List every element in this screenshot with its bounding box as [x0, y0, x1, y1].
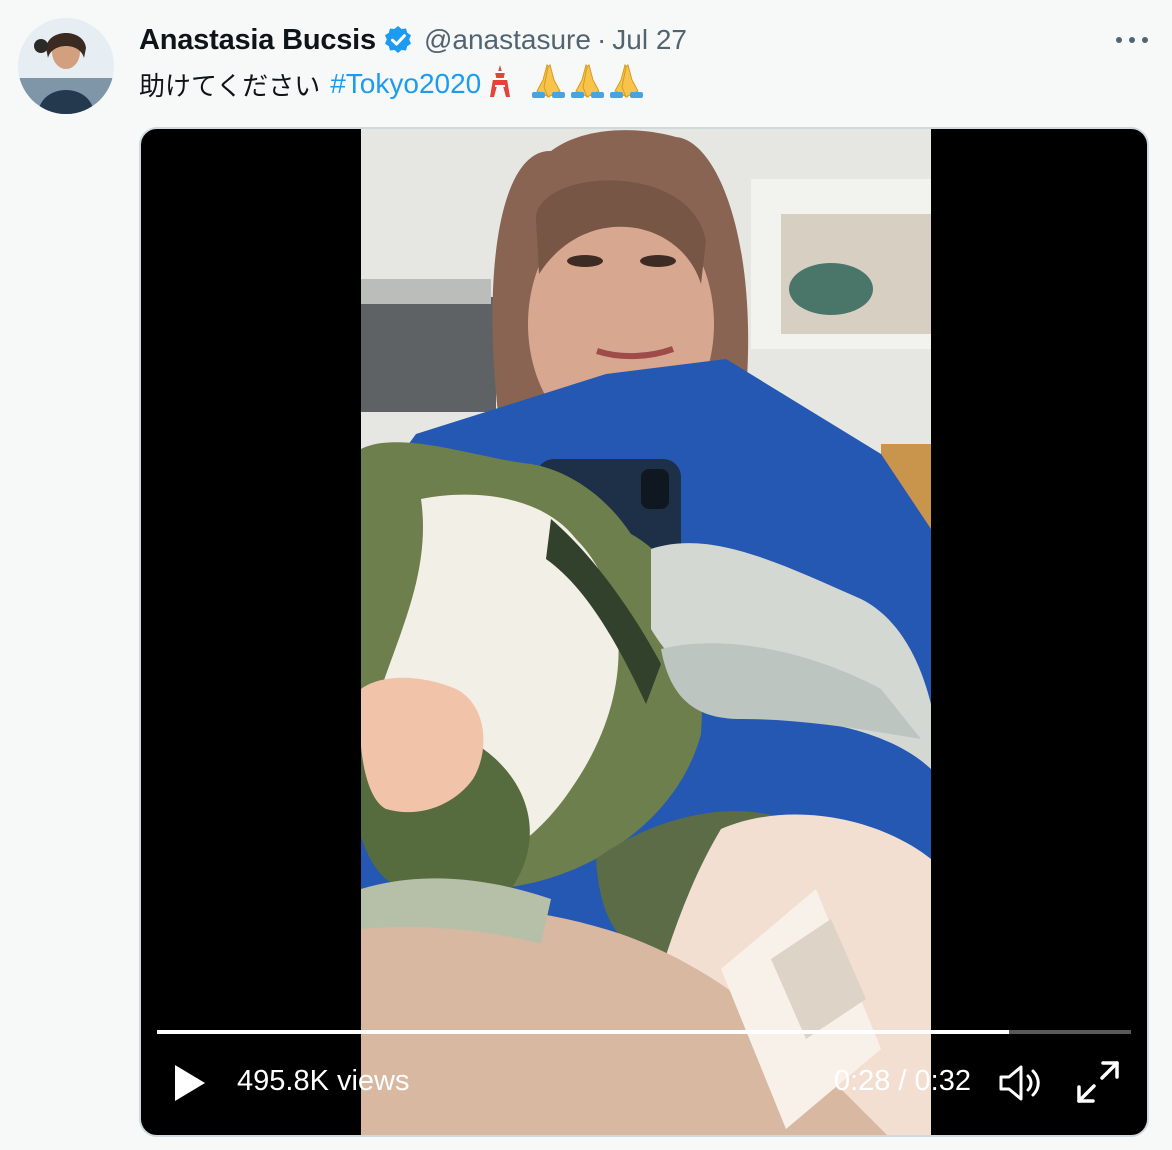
video-progress-bar[interactable]	[157, 1030, 1131, 1034]
folded-hands-emoji	[529, 63, 647, 106]
video-frame	[361, 129, 931, 1135]
avatar-image	[18, 18, 114, 114]
separator-dot: ·	[596, 24, 607, 55]
video-time: 0:28 / 0:32	[833, 1065, 971, 1097]
tokyo-tower-emoji	[489, 64, 511, 105]
author-handle[interactable]: @anastasure	[424, 24, 591, 56]
volume-icon[interactable]	[997, 1061, 1043, 1105]
hashtag-link[interactable]: #Tokyo2020	[330, 68, 481, 100]
verified-badge-icon	[382, 24, 414, 56]
tweet-header: Anastasia Bucsis @anastasure · Jul 27	[139, 22, 687, 58]
view-count: 495.8K views	[237, 1065, 410, 1097]
video-progress-fill	[157, 1030, 1010, 1034]
tweet-date[interactable]: Jul 27	[612, 24, 687, 56]
play-icon[interactable]	[171, 1063, 207, 1103]
fullscreen-icon[interactable]	[1075, 1059, 1121, 1105]
tweet-text: 助けてください #Tokyo2020	[139, 63, 647, 106]
video-controls: 495.8K views 0:28 / 0:32	[141, 1047, 1147, 1117]
tweet-text-japanese: 助けてください	[139, 71, 321, 102]
avatar[interactable]	[18, 18, 114, 114]
video-player[interactable]: 495.8K views 0:28 / 0:32	[139, 127, 1149, 1137]
author-name[interactable]: Anastasia Bucsis	[139, 24, 376, 57]
more-options-icon[interactable]	[1116, 30, 1148, 50]
